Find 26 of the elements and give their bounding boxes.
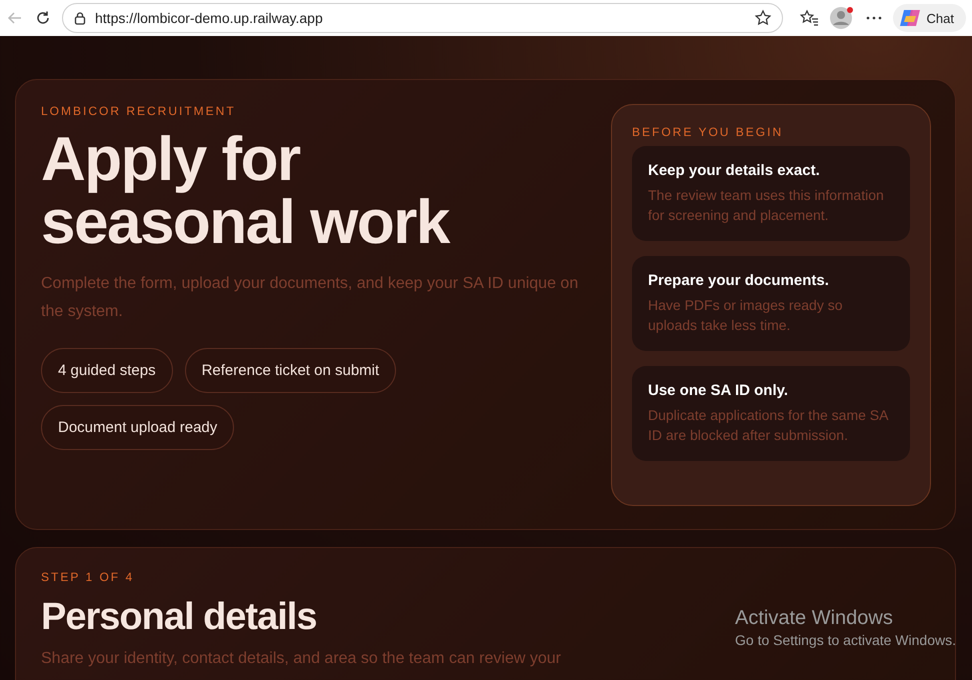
chat-button[interactable]: Chat — [892, 4, 966, 32]
star-icon[interactable] — [754, 9, 772, 27]
favorites-icon[interactable] — [798, 9, 819, 27]
step-label: STEP 1 OF 4 — [41, 570, 136, 584]
feature-chip: Reference ticket on submit — [184, 348, 396, 393]
tip-text: Have PDFs or images ready so uploads take less time. — [648, 296, 844, 335]
lock-icon — [73, 11, 87, 25]
tip-title: Use one SA ID only. — [648, 382, 790, 399]
tips-heading: BEFORE YOU BEGIN — [632, 125, 784, 139]
eyebrow-label: LOMBICOR RECRUITMENT — [41, 104, 237, 118]
tip-text: Duplicate applications for the same SA ID are blocked after submission. — [648, 406, 890, 445]
tip-title: Keep your details exact. — [648, 162, 821, 179]
page-title: Apply for seasonal work — [41, 128, 451, 254]
subtitle-text: Complete the form, upload your documents, and keep your SA ID unique on the system. — [41, 274, 580, 322]
url-text: https://lombicor-demo.up.railway.app — [95, 10, 324, 26]
copilot-icon — [898, 8, 921, 28]
section-description: Share your identity, contact details, and area so the team can review your — [41, 649, 561, 669]
address-bar[interactable]: https://lombicor-demo.up.railway.app — [62, 3, 783, 33]
feature-chip: Document upload ready — [41, 405, 234, 450]
profile-avatar-icon[interactable] — [828, 6, 855, 30]
feature-chip: 4 guided steps — [41, 348, 173, 393]
notice-title: Activate Windows — [735, 607, 894, 630]
tip-title: Prepare your documents. — [648, 272, 830, 289]
tip-text: The review team uses this information for screening and placement. — [648, 186, 885, 225]
section-title: Personal details — [41, 596, 316, 639]
notice-text: Go to Settings to activate Windows. — [735, 632, 956, 648]
